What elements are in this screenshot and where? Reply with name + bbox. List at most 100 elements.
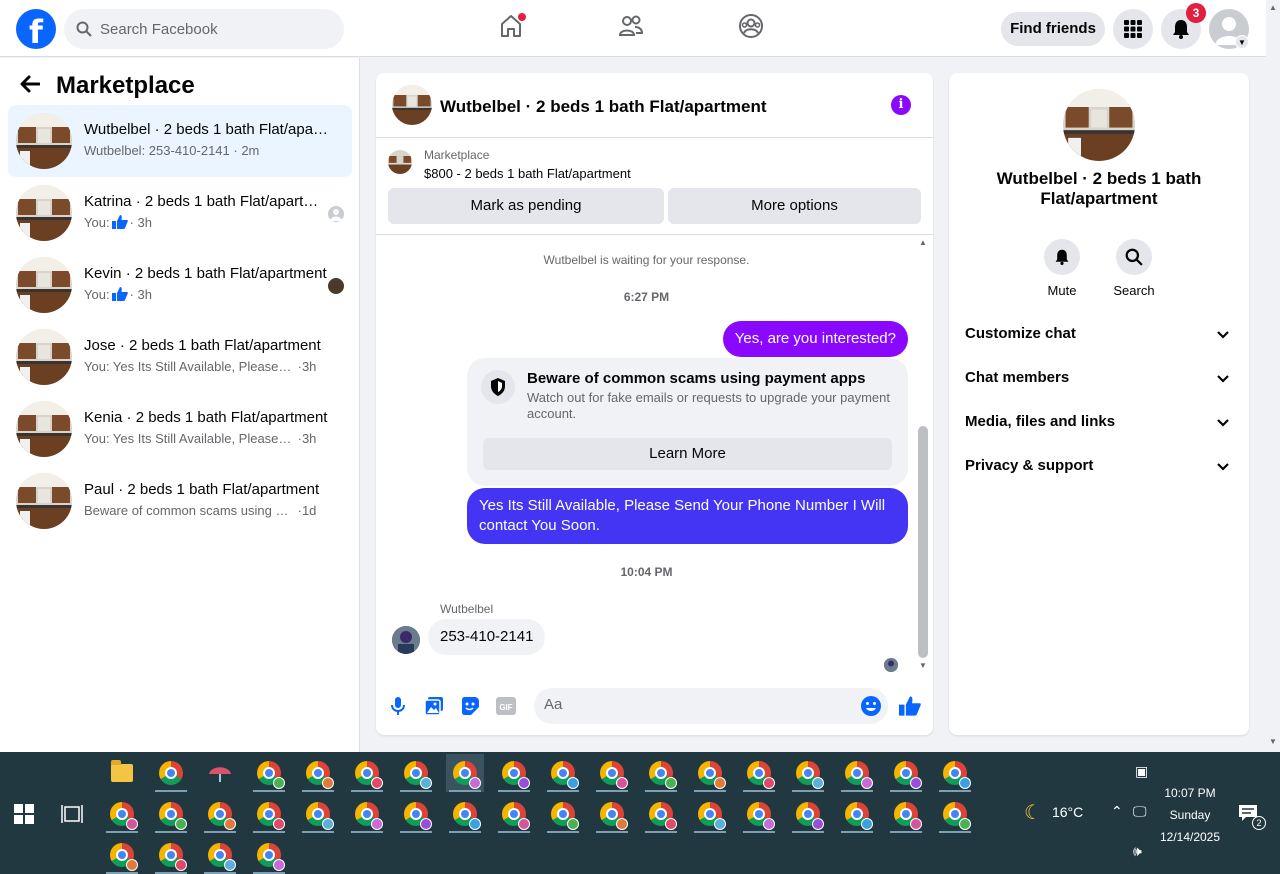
- windows-start-icon[interactable]: [14, 804, 34, 824]
- search-box[interactable]: [64, 9, 344, 49]
- chat-title[interactable]: Wutbelbel · 2 beds 1 bath Flat/apartment: [440, 97, 767, 117]
- conversation-item[interactable]: Jose · 2 beds 1 bath Flat/apartment You:…: [8, 321, 352, 393]
- chrome-taskbar-icon[interactable]: [691, 754, 729, 792]
- message-input[interactable]: [544, 696, 844, 713]
- search-in-chat-button[interactable]: Search: [1104, 239, 1164, 298]
- chrome-taskbar-icon[interactable]: [103, 836, 141, 874]
- chevron-up-icon[interactable]: ⌃: [1111, 804, 1123, 820]
- scroll-down-arrow[interactable]: ▼: [919, 661, 927, 670]
- chrome-taskbar-icon[interactable]: [642, 795, 680, 833]
- app-taskbar-icon[interactable]: [201, 754, 239, 792]
- groups-nav[interactable]: [738, 13, 768, 43]
- chrome-taskbar-icon[interactable]: [740, 754, 778, 792]
- chrome-taskbar-icon[interactable]: [250, 795, 288, 833]
- gif-icon[interactable]: GIF: [495, 695, 517, 717]
- chrome-taskbar-icon[interactable]: [593, 795, 631, 833]
- chevron-down-icon[interactable]: ▼: [1235, 35, 1249, 49]
- outgoing-message[interactable]: Yes Its Still Available, Please Send You…: [467, 488, 908, 544]
- scroll-up-arrow[interactable]: ▲: [1269, 3, 1277, 12]
- chrome-taskbar-icon[interactable]: [397, 754, 435, 792]
- chrome-taskbar-icon[interactable]: [789, 795, 827, 833]
- chrome-taskbar-icon[interactable]: [495, 754, 533, 792]
- conversation-item[interactable]: Kevin · 2 beds 1 bath Flat/apartment You…: [8, 249, 352, 321]
- menu-button[interactable]: [1113, 9, 1153, 49]
- photo-icon[interactable]: [423, 695, 445, 717]
- listing-thumbnail[interactable]: [392, 85, 432, 125]
- outgoing-message[interactable]: Yes, are you interested?: [722, 321, 908, 357]
- chrome-taskbar-icon[interactable]: [250, 836, 288, 874]
- emoji-icon[interactable]: [860, 695, 882, 717]
- chrome-taskbar-icon[interactable]: [936, 795, 974, 833]
- chrome-taskbar-icon[interactable]: [936, 754, 974, 792]
- task-view-icon[interactable]: [61, 804, 83, 824]
- conversation-item[interactable]: Wutbelbel · 2 beds 1 bath Flat/apartment…: [8, 105, 352, 177]
- chrome-taskbar-icon[interactable]: [642, 754, 680, 792]
- customize-chat-row[interactable]: Customize chat: [957, 315, 1241, 355]
- action-center-button[interactable]: 2: [1238, 804, 1266, 830]
- chrome-taskbar-icon[interactable]: [348, 795, 386, 833]
- like-thumb-icon[interactable]: [899, 695, 921, 717]
- file-explorer-taskbar-icon[interactable]: [103, 754, 141, 792]
- privacy-support-row[interactable]: Privacy & support: [957, 447, 1241, 487]
- incoming-message[interactable]: 253-410-2141: [428, 619, 546, 655]
- mark-as-pending-button[interactable]: Mark as pending: [388, 188, 664, 224]
- facebook-logo[interactable]: f: [16, 9, 56, 49]
- chrome-taskbar-icon[interactable]: [838, 754, 876, 792]
- chrome-taskbar-icon[interactable]: [152, 836, 190, 874]
- chrome-taskbar-icon[interactable]: [789, 754, 827, 792]
- scroll-down-arrow[interactable]: ▼: [1269, 737, 1277, 746]
- listing-thumbnail[interactable]: [1063, 89, 1135, 161]
- chrome-taskbar-icon[interactable]: [152, 795, 190, 833]
- scroll-up-arrow[interactable]: ▲: [919, 238, 927, 247]
- learn-more-button[interactable]: Learn More: [483, 438, 892, 470]
- message-scrollbar[interactable]: [918, 426, 928, 658]
- chrome-taskbar-icon[interactable]: [446, 754, 484, 792]
- chrome-taskbar-icon[interactable]: [299, 795, 337, 833]
- chrome-taskbar-icon[interactable]: [740, 795, 778, 833]
- friends-nav[interactable]: [618, 13, 648, 43]
- chrome-taskbar-icon[interactable]: [201, 836, 239, 874]
- info-icon[interactable]: i: [891, 95, 911, 115]
- mute-button[interactable]: Mute: [1032, 239, 1092, 298]
- sender-avatar[interactable]: [392, 626, 420, 654]
- chrome-taskbar-icon[interactable]: [348, 754, 386, 792]
- home-nav[interactable]: [498, 13, 528, 43]
- chrome-taskbar-icon[interactable]: [691, 795, 729, 833]
- listing-price-title[interactable]: $800 - 2 beds 1 bath Flat/apartment: [424, 166, 631, 181]
- details-title: Wutbelbel · 2 beds 1 bath Flat/apartment: [996, 169, 1202, 208]
- conversation-item[interactable]: Paul · 2 beds 1 bath Flat/apartment Bewa…: [8, 465, 352, 537]
- microphone-icon[interactable]: [387, 695, 409, 717]
- chrome-taskbar-icon[interactable]: [446, 795, 484, 833]
- find-friends-button[interactable]: Find friends: [1001, 12, 1105, 46]
- meet-now-icon[interactable]: ▣: [1135, 764, 1148, 780]
- chrome-taskbar-icon[interactable]: [887, 795, 925, 833]
- sticker-icon[interactable]: [459, 695, 481, 717]
- conversation-preview: You: Yes Its Still Available, Please Sen…: [84, 431, 294, 446]
- chrome-taskbar-icon[interactable]: [495, 795, 533, 833]
- chrome-taskbar-icon[interactable]: [201, 795, 239, 833]
- chrome-taskbar-icon[interactable]: [593, 754, 631, 792]
- chrome-taskbar-icon[interactable]: [887, 754, 925, 792]
- chrome-taskbar-icon[interactable]: [299, 754, 337, 792]
- chrome-taskbar-icon[interactable]: [250, 754, 288, 792]
- chrome-taskbar-icon[interactable]: [838, 795, 876, 833]
- more-options-button[interactable]: More options: [668, 188, 921, 224]
- chrome-taskbar-icon[interactable]: [152, 754, 190, 792]
- system-clock[interactable]: 10:07 PM Sunday 12/14/2025: [1150, 782, 1230, 848]
- chrome-icon: [404, 761, 432, 789]
- chrome-taskbar-icon[interactable]: [544, 795, 582, 833]
- network-icon[interactable]: 🖵: [1133, 804, 1147, 820]
- media-files-links-row[interactable]: Media, files and links: [957, 403, 1241, 443]
- message-input-box[interactable]: [534, 688, 888, 724]
- back-arrow-icon[interactable]: [20, 73, 48, 99]
- weather-widget[interactable]: ☾ 16°C: [1024, 800, 1083, 824]
- chrome-taskbar-icon[interactable]: [544, 754, 582, 792]
- volume-icon[interactable]: 🕪: [1133, 844, 1142, 860]
- chat-members-row[interactable]: Chat members: [957, 359, 1241, 399]
- conversation-item[interactable]: Kenia · 2 beds 1 bath Flat/apartment You…: [8, 393, 352, 465]
- chrome-taskbar-icon[interactable]: [397, 795, 435, 833]
- page-scrollbar[interactable]: ▲ ▼: [1266, 0, 1280, 752]
- chrome-taskbar-icon[interactable]: [103, 795, 141, 833]
- conversation-item[interactable]: Katrina · 2 beds 1 bath Flat/apartment Y…: [8, 177, 352, 249]
- search-input[interactable]: [100, 20, 320, 38]
